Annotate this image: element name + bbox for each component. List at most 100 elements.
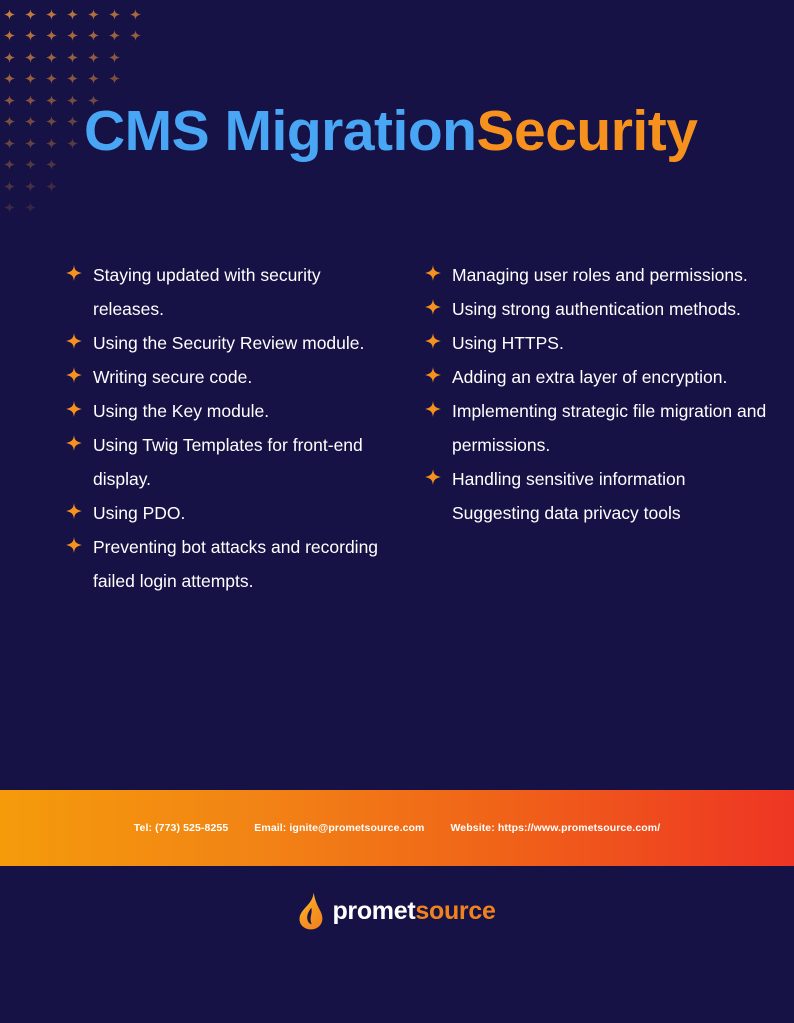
checklist-item: Using Twig Templates for front-end displ…	[62, 428, 383, 496]
four-point-star-icon	[45, 180, 57, 192]
four-point-star-icon	[108, 8, 120, 20]
four-point-star-bullet-icon	[66, 503, 82, 519]
four-point-star-icon	[3, 180, 15, 192]
four-point-star-icon	[45, 116, 57, 127]
four-point-star-bullet-icon	[66, 265, 82, 281]
four-point-star-icon	[108, 73, 120, 84]
four-point-star-bullet-icon	[66, 435, 82, 451]
four-point-star-icon	[87, 51, 99, 63]
checklist-item-label: Using HTTPS.	[452, 333, 564, 353]
checklist-item: Suggesting data privacy tools	[421, 496, 774, 530]
four-point-star-icon	[66, 8, 78, 20]
four-point-star-icon	[3, 116, 15, 127]
four-point-star-bullet-icon	[425, 401, 441, 417]
checklist-column-right: Managing user roles and permissions. Usin…	[397, 258, 794, 530]
four-point-star-icon	[45, 30, 57, 41]
checklist-item-label: Using the Security Review module.	[93, 333, 365, 353]
four-point-star-icon	[3, 159, 15, 170]
checklist-item: Handling sensitive information	[421, 462, 774, 496]
checklist-item-label: Writing secure code.	[93, 367, 253, 387]
checklist-item: Using the Security Review module.	[62, 326, 383, 360]
checklist-item-label: Staying updated with security releases.	[93, 265, 321, 319]
checklist-item-label: Preventing bot attacks and recording fai…	[93, 537, 379, 591]
four-point-star-icon	[87, 8, 99, 20]
checklist-item: Staying updated with security releases.	[62, 258, 383, 326]
four-point-star-icon	[24, 73, 36, 84]
four-point-star-icon	[87, 73, 99, 84]
four-point-star-bullet-icon	[425, 469, 441, 485]
brand-name-part2: source	[415, 897, 496, 925]
brand-wordmark: prometsource	[332, 892, 495, 930]
four-point-star-bullet-icon	[66, 333, 82, 349]
checklist-item-label: Managing user roles and permissions.	[452, 265, 748, 285]
checklist-item-label: Implementing strategic file migration an…	[452, 401, 767, 455]
four-point-star-icon	[24, 180, 36, 192]
checklist-item-label: Using strong authentication methods.	[452, 299, 741, 319]
page-title: CMS MigrationSecurity	[84, 96, 744, 166]
four-point-star-icon	[45, 137, 57, 149]
four-point-star-icon	[24, 30, 36, 41]
contact-website[interactable]: Website: https://www.prometsource.com/	[450, 822, 660, 834]
four-point-star-icon	[66, 51, 78, 63]
page-title-primary: CMS Migration	[84, 99, 477, 163]
four-point-star-icon	[66, 30, 78, 41]
checklist-column-left: Staying updated with security releases. U…	[0, 258, 397, 598]
four-point-star-icon	[3, 51, 15, 63]
four-point-star-bullet-icon	[66, 537, 82, 553]
checklist-item: Using HTTPS.	[421, 326, 774, 360]
four-point-star-bullet-icon	[425, 299, 441, 315]
checklist-item: Using the Key module.	[62, 394, 383, 428]
four-point-star-icon	[129, 8, 141, 20]
four-point-star-icon	[66, 73, 78, 84]
four-point-star-icon	[3, 30, 15, 41]
four-point-star-icon	[45, 159, 57, 170]
promet-flame-icon	[298, 892, 325, 930]
four-point-star-icon	[3, 73, 15, 84]
four-point-star-icon	[3, 8, 15, 20]
checklist-item-label: Using the Key module.	[93, 401, 270, 421]
poster-canvas: CMS MigrationSecurity Staying updated wi…	[0, 0, 794, 1023]
four-point-star-icon	[108, 51, 120, 63]
four-point-star-icon	[24, 202, 36, 213]
security-checklist: Staying updated with security releases. U…	[0, 258, 794, 598]
contact-email[interactable]: Email: ignite@prometsource.com	[254, 822, 424, 834]
contact-bar: Tel: (773) 525-8255 Email: ignite@promet…	[0, 790, 794, 866]
four-point-star-icon	[3, 202, 15, 213]
checklist-item: Writing secure code.	[62, 360, 383, 394]
checklist-item: Using PDO.	[62, 496, 383, 530]
brand-logo: prometsource	[0, 892, 794, 930]
checklist-item: Using strong authentication methods.	[421, 292, 774, 326]
four-point-star-icon	[24, 94, 36, 106]
four-point-star-icon	[24, 116, 36, 127]
four-point-star-bullet-icon	[66, 367, 82, 383]
four-point-star-icon	[24, 159, 36, 170]
four-point-star-icon	[24, 137, 36, 149]
checklist-item-label: Using PDO.	[93, 503, 186, 523]
checklist-item-label: Suggesting data privacy tools	[452, 503, 681, 523]
four-point-star-icon	[24, 51, 36, 63]
checklist-item: Implementing strategic file migration an…	[421, 394, 774, 462]
four-point-star-bullet-icon	[425, 333, 441, 349]
four-point-star-icon	[45, 8, 57, 20]
brand-name-part1: promet	[332, 897, 416, 925]
page-title-accent: Security	[476, 99, 698, 163]
four-point-star-bullet-icon	[425, 367, 441, 383]
four-point-star-bullet-icon	[66, 401, 82, 417]
checklist-item: Adding an extra layer of encryption.	[421, 360, 774, 394]
checklist-item: Preventing bot attacks and recording fai…	[62, 530, 383, 598]
four-point-star-icon	[45, 73, 57, 84]
four-point-star-icon	[87, 30, 99, 41]
four-point-star-bullet-icon	[425, 265, 441, 281]
four-point-star-icon	[45, 94, 57, 106]
four-point-star-icon	[3, 137, 15, 149]
checklist-item-label: Adding an extra layer of encryption.	[452, 367, 728, 387]
four-point-star-icon	[66, 137, 78, 149]
page-title-block: CMS MigrationSecurity	[84, 96, 744, 166]
contact-info-group: Tel: (773) 525-8255 Email: ignite@promet…	[134, 822, 660, 834]
four-point-star-icon	[108, 30, 120, 41]
checklist-item: Managing user roles and permissions.	[421, 258, 774, 292]
contact-phone[interactable]: Tel: (773) 525-8255	[134, 822, 229, 834]
checklist-item-label: Using Twig Templates for front-end displ…	[93, 435, 363, 489]
four-point-star-icon	[66, 94, 78, 106]
four-point-star-icon	[3, 94, 15, 106]
